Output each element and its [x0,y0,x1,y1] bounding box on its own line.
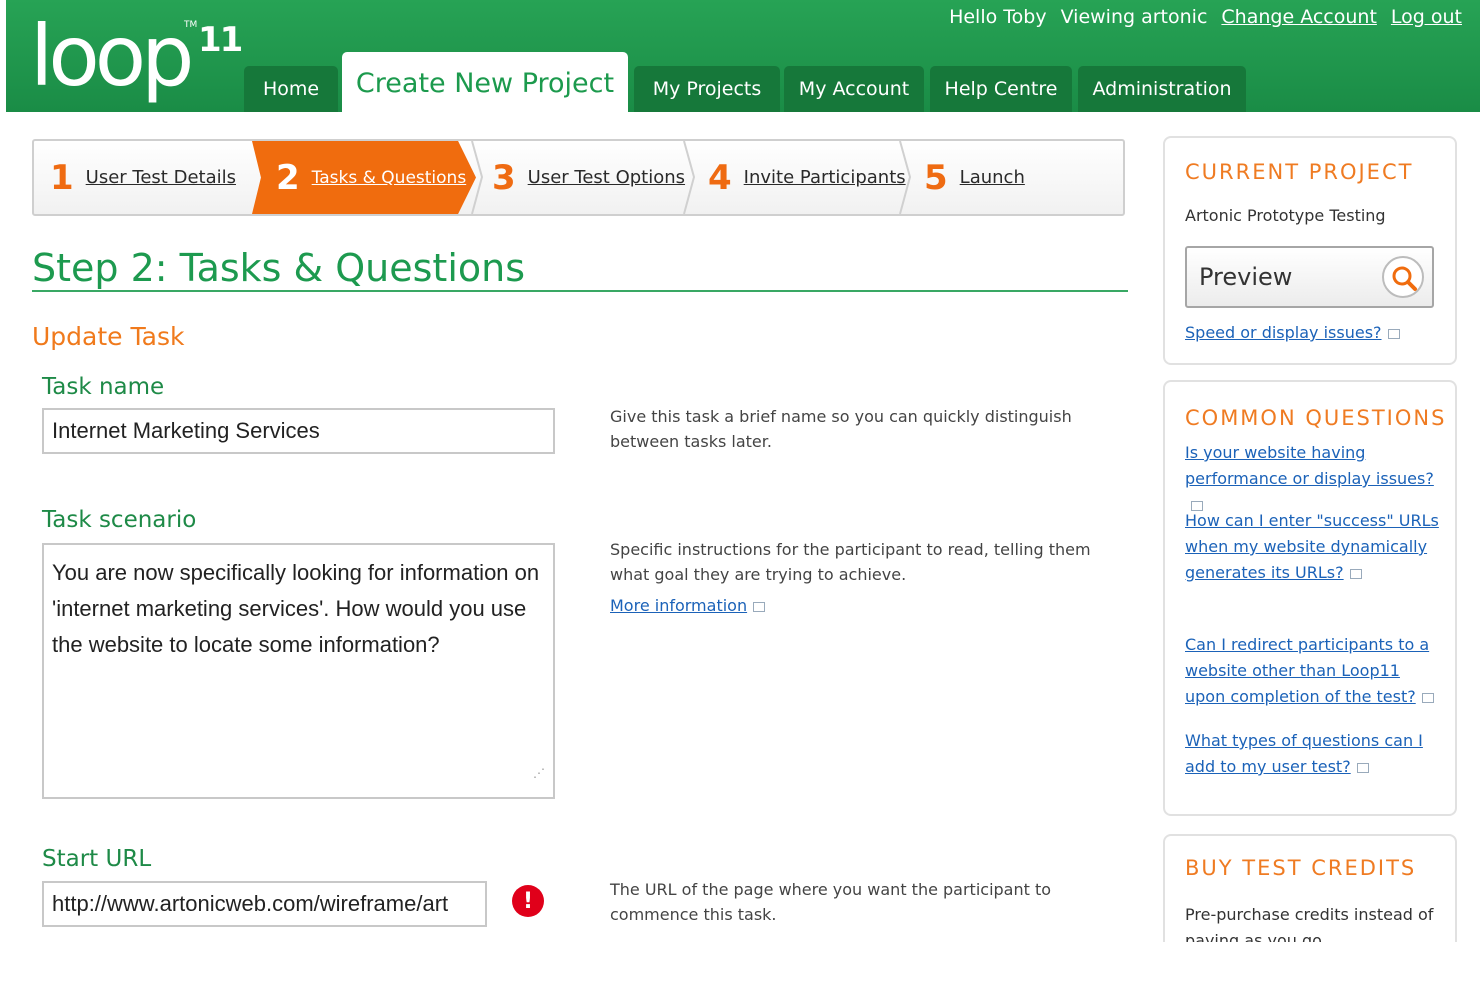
project-name: Artonic Prototype Testing [1185,206,1386,225]
current-project-title: CURRENT PROJECT [1185,160,1414,184]
logout-link[interactable]: Log out [1391,6,1462,28]
task-scenario-text: You are now specifically looking for inf… [52,560,540,657]
tab-create-new-project[interactable]: Create New Project [342,52,628,114]
buy-credits-panel: BUY TEST CREDITS Pre-purchase credits in… [1163,834,1457,942]
step-link-user-test-options[interactable]: User Test Options [528,167,685,188]
tab-my-account[interactable]: My Account [784,66,924,112]
current-project-panel: CURRENT PROJECT Artonic Prototype Testin… [1163,136,1457,365]
task-scenario-help: Specific instructions for the participan… [610,537,1110,618]
question-item: Is your website having performance or di… [1185,440,1445,518]
question-link[interactable]: How can I enter "success" URLs when my w… [1185,511,1439,582]
external-link-icon [1349,568,1362,579]
tab-help-centre[interactable]: Help Centre [930,66,1072,112]
step-link-invite-participants[interactable]: Invite Participants [744,167,906,188]
question-link[interactable]: Is your website having performance or di… [1185,443,1434,488]
start-url-input[interactable]: http://www.artonicweb.com/wireframe/art [42,881,487,927]
external-link-icon [1421,692,1434,703]
question-item: How can I enter "success" URLs when my w… [1185,508,1445,586]
change-account-link[interactable]: Change Account [1221,6,1377,28]
buy-credits-title: BUY TEST CREDITS [1185,856,1417,880]
step-3[interactable]: 3 User Test Options [492,141,685,214]
preview-label: Preview [1199,263,1293,291]
page-title: Step 2: Tasks & Questions [32,246,526,290]
task-scenario-help-text: Specific instructions for the participan… [610,540,1091,584]
viewing-text: Viewing artonic [1060,6,1208,28]
step-number: 5 [924,157,948,198]
step-link-launch[interactable]: Launch [960,167,1025,188]
external-link-icon [753,601,766,612]
logo-trademark: TM [184,20,198,30]
step-4[interactable]: 4 Invite Participants [708,141,906,214]
common-questions-panel: COMMON QUESTIONS Is your website having … [1163,380,1457,816]
error-icon: ! [512,885,544,917]
external-link-icon [1387,328,1400,339]
task-scenario-textarea[interactable]: You are now specifically looking for inf… [42,543,555,799]
logo-text: loop [30,7,194,105]
step-link-tasks-questions[interactable]: Tasks & Questions [312,168,467,188]
task-name-label: Task name [42,374,165,400]
step-link-user-test-details[interactable]: User Test Details [86,167,236,188]
greeting-text: Hello Toby [949,6,1047,28]
step-1[interactable]: 1 User Test Details [50,141,236,214]
step-number: 4 [708,157,732,198]
question-link[interactable]: Can I redirect participants to a website… [1185,635,1429,706]
common-questions-title: COMMON QUESTIONS [1185,406,1447,430]
search-icon [1382,256,1424,298]
resize-grip-icon[interactable]: ⋰ [533,755,545,791]
title-divider [32,290,1128,292]
section-title: Update Task [32,322,185,351]
step-divider [471,141,484,214]
step-5[interactable]: 5 Launch [924,141,1025,214]
preview-button[interactable]: Preview [1185,246,1434,308]
tab-my-projects[interactable]: My Projects [634,66,780,112]
external-link-icon [1356,762,1369,773]
logo-number: 11 [198,20,243,60]
tab-home[interactable]: Home [244,66,338,112]
steps-progress-bar: 1 User Test Details 2 Tasks & Questions … [32,139,1125,216]
loop11-logo[interactable]: loop TM 11 [30,6,250,106]
speed-issues-link[interactable]: Speed or display issues? [1185,323,1382,342]
buy-credits-text: Pre-purchase credits instead of paying a… [1185,905,1434,942]
task-name-input[interactable]: Internet Marketing Services [42,408,555,454]
speed-issues-item: Speed or display issues? [1185,320,1445,346]
tab-administration[interactable]: Administration [1078,66,1246,112]
step-2[interactable]: 2 Tasks & Questions [276,141,466,214]
top-header: loop TM 11 Hello Toby Viewing artonic Ch… [6,0,1480,114]
more-information-link[interactable]: More information [610,596,747,615]
account-links: Hello Toby Viewing artonic Change Accoun… [949,6,1462,28]
step-number: 1 [50,157,74,198]
step-number: 2 [276,157,300,198]
step-number: 3 [492,157,516,198]
question-item: What types of questions can I add to my … [1185,728,1445,780]
task-name-help: Give this task a brief name so you can q… [610,407,1072,451]
question-link[interactable]: What types of questions can I add to my … [1185,731,1423,776]
task-scenario-label: Task scenario [42,507,197,533]
start-url-label: Start URL [42,846,152,872]
start-url-help: The URL of the page where you want the p… [610,880,1052,924]
question-item: Can I redirect participants to a website… [1185,632,1445,710]
